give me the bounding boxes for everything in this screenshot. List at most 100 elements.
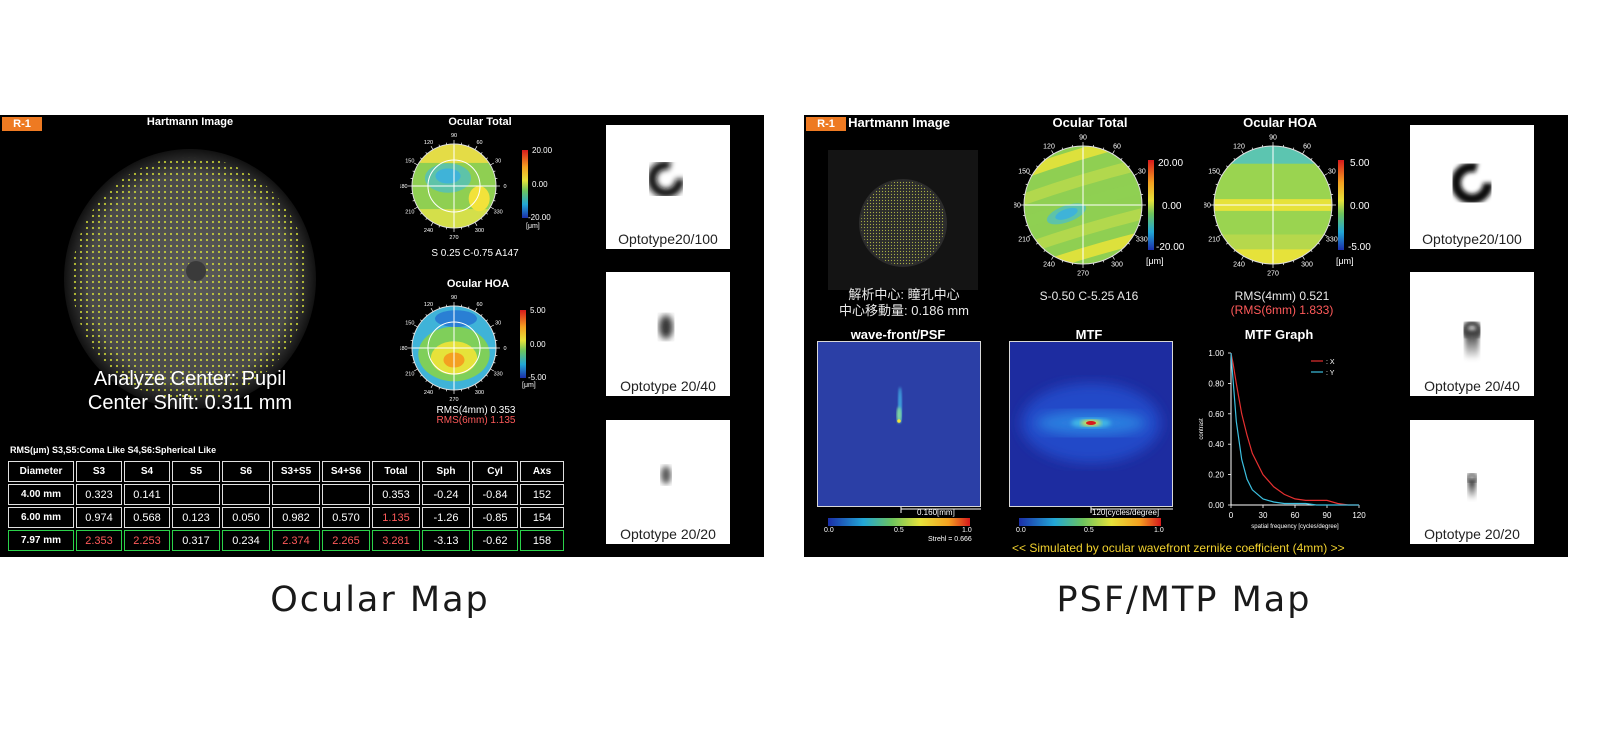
- optotype-20-100: Optotype20/100: [1410, 125, 1534, 249]
- optotype-label: Optotype 20/40: [620, 378, 716, 394]
- cell: 0.323: [76, 484, 122, 505]
- angle-label: 60: [476, 140, 482, 146]
- angle-label: 30: [495, 158, 501, 164]
- angle-label: 270: [449, 235, 458, 241]
- y-tick-label: 0.00: [1208, 501, 1224, 510]
- cell: -0.62: [472, 530, 518, 551]
- ocular-hoa-map: 9060300330300270240210180150120: [1204, 134, 1343, 277]
- optotype-label: Optotype 20/20: [620, 526, 716, 542]
- optotype-20-40: Optotype 20/40: [606, 272, 730, 396]
- simulation-note: << Simulated by ocular wavefront zernike…: [1012, 541, 1345, 555]
- angle-label: 150: [405, 320, 414, 326]
- col-header: Cyl: [472, 461, 518, 482]
- angle-label: 90: [1079, 134, 1087, 141]
- scale-unit: [μm]: [1336, 256, 1354, 266]
- hartmann-image: [828, 150, 978, 290]
- optotype-label: Optotype 20/40: [1424, 378, 1520, 394]
- cell: 0.050: [222, 507, 270, 528]
- angle-label: 120: [1043, 144, 1055, 151]
- angle-label: 270: [449, 397, 458, 403]
- x-tick-label: 60: [1291, 511, 1300, 520]
- angle-label: 240: [424, 228, 433, 234]
- legend-label: : Y: [1326, 370, 1335, 377]
- cell: 7.97 mm: [8, 530, 74, 551]
- zernike-table: Diameter S3 S4 S5 S6 S3+S5 S4+S6 Total S…: [6, 459, 566, 553]
- mtf-graph: 0.00 0.20 0.40 0.60 0.80 1.00 0 30 60 90 120 spatia…: [1199, 349, 1366, 530]
- scale-max: 20.00: [1158, 158, 1184, 169]
- y-axis-label: contrast: [1199, 418, 1205, 440]
- center-shift-text: Center Shift: 0.311 mm: [87, 392, 293, 414]
- optotype-label: Optotype 20/20: [1424, 526, 1520, 542]
- mtf-colorbar: [1019, 518, 1161, 526]
- cell: 154: [520, 507, 564, 528]
- cell: 0.123: [172, 507, 220, 528]
- scale-mid: 0.00: [532, 180, 548, 189]
- optotype-label: Optotype20/100: [618, 231, 718, 247]
- scale-min: -5.00: [1348, 242, 1371, 253]
- ocular-hoa-title: Ocular HOA: [1243, 115, 1317, 130]
- col-header: S3: [76, 461, 122, 482]
- optotype-label: Optotype20/100: [1422, 231, 1522, 247]
- scale-unit: [μm]: [522, 382, 536, 389]
- ocular-total-result: S 0.25 C-0.75 A147: [431, 248, 519, 259]
- scale-max: 20.00: [532, 146, 553, 155]
- scale-mid: 0.00: [1162, 201, 1182, 212]
- cell: 0.234: [222, 530, 270, 551]
- hartmann-title: Hartmann Image: [146, 116, 234, 128]
- cb-tick: 0.5: [894, 527, 904, 534]
- x-tick-label: 90: [1323, 511, 1332, 520]
- color-scale-bar: [1148, 160, 1154, 250]
- cell: [272, 484, 320, 505]
- angle-label: 90: [1269, 134, 1277, 141]
- optotype-20-40: Optotype 20/40: [1410, 272, 1534, 396]
- col-header: S4: [124, 461, 170, 482]
- ocular-total-title: Ocular Total: [1052, 115, 1128, 130]
- angle-label: 300: [1301, 261, 1313, 268]
- x-tick-label: 30: [1259, 511, 1268, 520]
- angle-label: 330: [1136, 236, 1148, 243]
- rms-6mm: RMS(6mm) 1.135: [436, 415, 516, 426]
- cell: 1.135: [372, 507, 420, 528]
- angle-label: 60: [1303, 144, 1311, 151]
- col-header: S6: [222, 461, 270, 482]
- angle-label: 210: [1208, 236, 1220, 243]
- angle-label: 300: [475, 390, 484, 396]
- cell: [172, 484, 220, 505]
- scale-max: 5.00: [1350, 158, 1370, 169]
- cb-tick: 0.0: [1016, 527, 1026, 534]
- optotype-20-20: Optotype 20/20: [606, 420, 730, 544]
- x-tick-label: 120: [1352, 511, 1366, 520]
- cell: [222, 484, 270, 505]
- angle-label: 30: [1328, 168, 1336, 175]
- angle-label: 300: [1111, 261, 1123, 268]
- scale-mid: 0.00: [1350, 201, 1370, 212]
- mtf-graph-title: MTF Graph: [1244, 327, 1314, 342]
- cell: 0.353: [372, 484, 420, 505]
- scale-max: 5.00: [530, 306, 546, 315]
- cell: -1.26: [422, 507, 470, 528]
- psf-scale-label: 0.160[mm]: [917, 508, 955, 517]
- col-header: Sph: [422, 461, 470, 482]
- cell: 4.00 mm: [8, 484, 74, 505]
- ocular-total-map: 9060300330300270240210180150120: [1014, 134, 1153, 277]
- cb-tick: 1.0: [1154, 527, 1164, 534]
- y-tick-label: 0.40: [1208, 440, 1224, 449]
- angle-label: 210: [1018, 236, 1030, 243]
- angle-label: 30: [495, 320, 501, 326]
- angle-label: 90: [451, 295, 457, 301]
- x-axis-label: spatial frequency [cycles/degree]: [1251, 524, 1339, 530]
- cell: 2.253: [124, 530, 170, 551]
- table-header-row: Diameter S3 S4 S5 S6 S3+S5 S4+S6 Total S…: [8, 461, 564, 482]
- angle-label: 60: [1113, 144, 1121, 151]
- col-header: S5: [172, 461, 220, 482]
- mtf-image: [1009, 341, 1173, 507]
- caption-psf-mtp-map: PSF/MTP Map: [1056, 580, 1312, 620]
- col-header: Total: [372, 461, 420, 482]
- angle-label: 240: [1233, 261, 1245, 268]
- angle-label: 330: [494, 371, 503, 377]
- cell: 0.982: [272, 507, 320, 528]
- angle-label: 0: [503, 184, 506, 190]
- cell: 158: [520, 530, 564, 551]
- angle-label: 60: [476, 302, 482, 308]
- cell: -3.13: [422, 530, 470, 551]
